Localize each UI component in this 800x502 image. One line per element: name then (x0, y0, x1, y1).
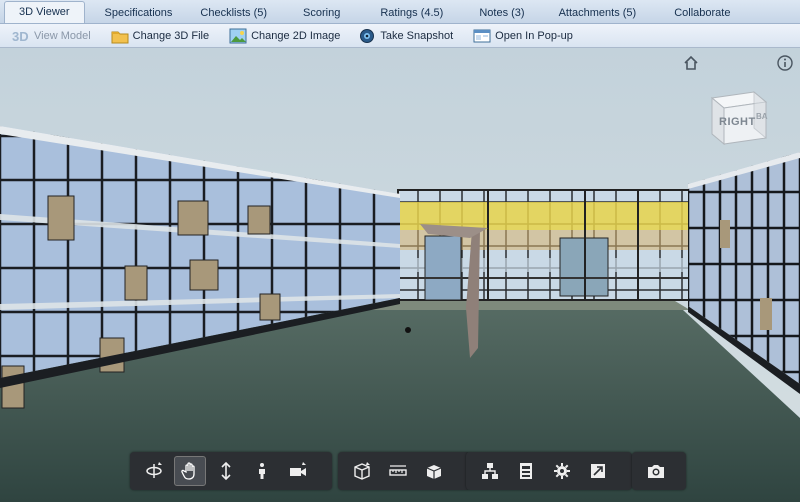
properties-icon (520, 463, 532, 479)
view-cube[interactable]: RIGHT BA (708, 86, 770, 148)
webcam-icon (358, 28, 376, 44)
zoom-icon (221, 461, 231, 481)
orbit-button[interactable] (138, 456, 170, 486)
popup-window-icon (473, 28, 491, 44)
settings-icon (554, 463, 570, 479)
change-2d-image-label: Change 2D Image (251, 29, 341, 42)
tab-scoring[interactable]: Scoring (281, 3, 362, 23)
tab-collaborate[interactable]: Collaborate (652, 3, 752, 23)
measure-icon (389, 465, 407, 476)
camera-button[interactable] (282, 456, 314, 486)
snapshot-camera-icon (648, 465, 664, 478)
camera-icon (290, 462, 306, 476)
action-toolbar: 3D View Model Change 3D File Change 2D I… (0, 24, 800, 48)
pan-button[interactable] (174, 456, 206, 486)
tab-3d-viewer[interactable]: 3D Viewer (4, 1, 85, 23)
settings-button[interactable] (546, 456, 578, 486)
take-snapshot-label: Take Snapshot (380, 29, 454, 42)
take-snapshot-button[interactable]: Take Snapshot (352, 26, 461, 46)
properties-button[interactable] (510, 456, 542, 486)
section-box-icon (354, 462, 370, 480)
navigation-tools-group (130, 452, 332, 490)
info-button[interactable] (776, 54, 794, 72)
snapshot-button[interactable] (640, 456, 672, 486)
view-cube-face-label: RIGHT (719, 116, 756, 128)
3d-viewport[interactable]: RIGHT BA (0, 48, 800, 502)
building-model-scene (0, 48, 800, 502)
zoom-button[interactable] (210, 456, 242, 486)
tab-checklists[interactable]: Checklists (5) (186, 3, 281, 23)
fullscreen-button[interactable] (582, 456, 614, 486)
settings-tools-group (466, 452, 632, 490)
folder-icon (111, 28, 129, 44)
tab-ratings[interactable]: Ratings (4.5) (362, 3, 461, 23)
svg-text:3D: 3D (12, 29, 29, 44)
fullscreen-icon (591, 464, 605, 478)
change-3d-file-label: Change 3D File (132, 29, 210, 42)
image-icon (229, 28, 247, 44)
orbit-icon (146, 462, 162, 478)
change-2d-image-button[interactable]: Change 2D Image (223, 26, 348, 46)
center-building (397, 189, 694, 301)
view-cube-side-label: BA (756, 112, 768, 121)
tab-specifications[interactable]: Specifications (91, 3, 187, 23)
open-in-popup-button[interactable]: Open In Pop-up (467, 26, 581, 46)
view-model-icon: 3D (12, 28, 30, 44)
tab-attachments[interactable]: Attachments (5) (543, 3, 653, 23)
section-button[interactable] (346, 456, 378, 486)
snapshot-tools-group (632, 452, 686, 490)
home-view-button[interactable] (682, 54, 700, 72)
measure-button[interactable] (382, 456, 414, 486)
info-icon (777, 55, 793, 71)
explode-icon (426, 465, 442, 479)
model-browser-icon (482, 463, 498, 479)
pan-hand-icon (181, 462, 195, 480)
model-tools-group (338, 452, 470, 490)
view-model-label: View Model (34, 29, 91, 42)
first-person-icon (259, 463, 265, 479)
tab-bar: 3D Viewer Specifications Checklists (5) … (0, 0, 800, 24)
tab-notes[interactable]: Notes (3) (461, 3, 542, 23)
viewer-app: 3D Viewer Specifications Checklists (5) … (0, 0, 800, 502)
view-model-button[interactable]: 3D View Model (0, 26, 99, 46)
model-browser-button[interactable] (474, 456, 506, 486)
open-in-popup-label: Open In Pop-up (495, 29, 573, 42)
change-3d-file-button[interactable]: Change 3D File (105, 26, 217, 46)
first-person-button[interactable] (246, 456, 278, 486)
home-icon (684, 55, 698, 70)
explode-button[interactable] (418, 456, 450, 486)
